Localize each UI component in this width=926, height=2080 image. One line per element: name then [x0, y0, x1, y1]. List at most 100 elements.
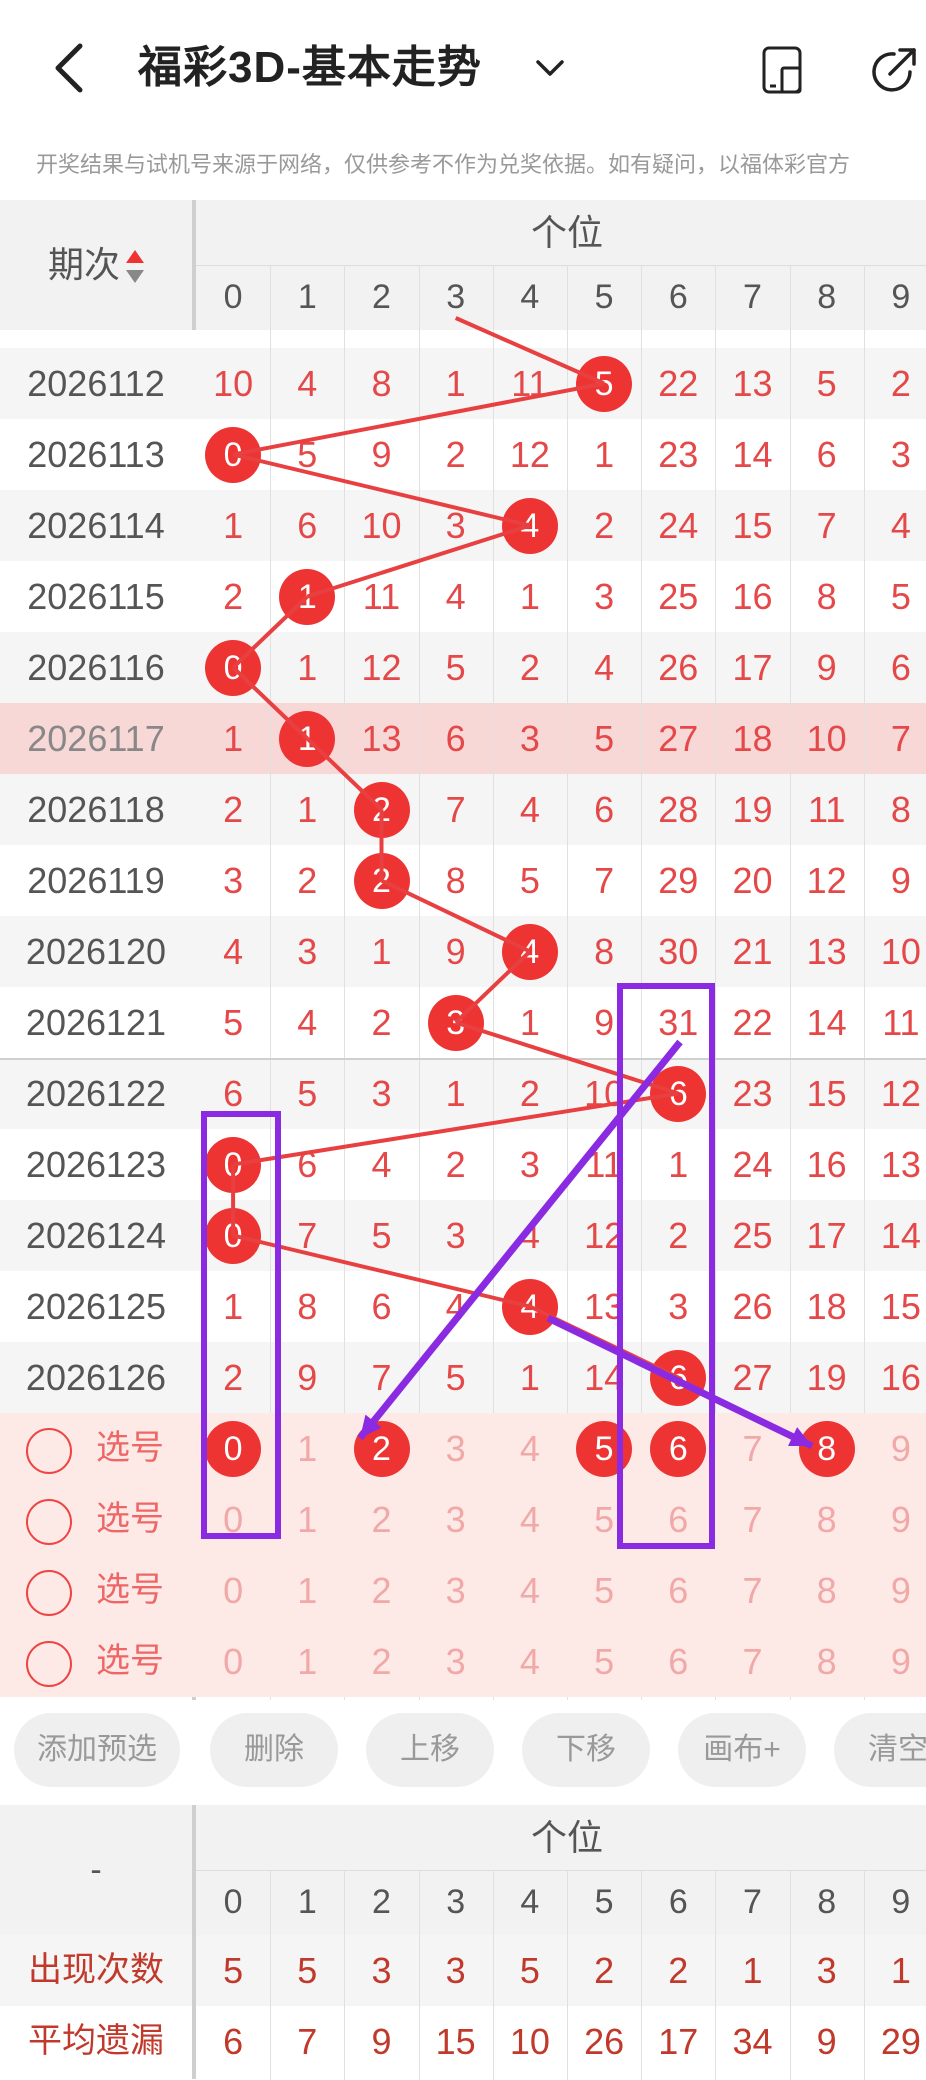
- select-number-cell[interactable]: 7: [715, 1484, 789, 1555]
- select-number-cell[interactable]: 9: [864, 1626, 926, 1697]
- miss-cell: 6: [371, 1286, 392, 1327]
- select-number-cell[interactable]: 6: [641, 1626, 715, 1697]
- miss-cell: 3: [297, 931, 318, 972]
- miss-cell: 2: [223, 576, 244, 617]
- select-number-cell[interactable]: 2: [344, 1484, 418, 1555]
- miss-cell: 14: [806, 1002, 847, 1043]
- action-button[interactable]: 下移: [522, 1713, 650, 1787]
- miss-cell: 2: [445, 1144, 466, 1185]
- select-number-cell[interactable]: 0: [196, 1555, 270, 1626]
- miss-cell: 17: [806, 1215, 847, 1256]
- miss-cell: 22: [732, 1002, 773, 1043]
- select-number-cell[interactable]: 2: [344, 1555, 418, 1626]
- period-cell: 2026120: [25, 931, 167, 972]
- select-number-cell[interactable]: 1: [270, 1484, 344, 1555]
- back-icon[interactable]: [50, 38, 90, 98]
- stats-digit-header: 5: [594, 1883, 614, 1921]
- select-number-cell[interactable]: 6: [641, 1484, 715, 1555]
- select-number-cell[interactable]: 8: [790, 1555, 864, 1626]
- select-number-cell[interactable]: 4: [493, 1626, 567, 1697]
- stats-value-cell: 5: [519, 1950, 540, 1991]
- miss-cell: 6: [816, 434, 837, 475]
- action-button[interactable]: 上移: [366, 1713, 494, 1787]
- miss-cell: 4: [594, 647, 615, 688]
- select-number-cell[interactable]: 7: [715, 1555, 789, 1626]
- action-button[interactable]: 删除: [210, 1713, 338, 1787]
- miss-cell: 1: [519, 1002, 540, 1043]
- miss-cell: 25: [732, 1215, 773, 1256]
- digit-header: 5: [594, 278, 614, 316]
- share-icon[interactable]: [866, 42, 922, 98]
- selected-number-ball[interactable]: 6: [650, 1420, 707, 1477]
- miss-cell: 11: [362, 576, 401, 617]
- select-number-cell[interactable]: 7: [715, 1413, 789, 1484]
- hit-ball: 6: [650, 1349, 707, 1406]
- select-number-cell[interactable]: 3: [419, 1484, 493, 1555]
- select-number-cell[interactable]: 9: [864, 1413, 926, 1484]
- period-cell: 2026124: [25, 1215, 167, 1256]
- miss-cell: 5: [890, 576, 911, 617]
- action-button[interactable]: 画布+: [678, 1713, 806, 1787]
- select-number-cell[interactable]: 6: [641, 1555, 715, 1626]
- select-number-cell[interactable]: 4: [493, 1413, 567, 1484]
- miss-cell: 13: [806, 931, 847, 972]
- period-header[interactable]: 期次: [0, 200, 194, 330]
- select-number-cell[interactable]: 2: [344, 1626, 418, 1697]
- selected-number-ball[interactable]: 2: [353, 1420, 410, 1477]
- stats-value-cell: 17: [658, 2021, 699, 2062]
- selected-number-ball[interactable]: 8: [798, 1420, 855, 1477]
- select-row-radio[interactable]: [26, 1499, 72, 1545]
- selected-number-ball[interactable]: 0: [205, 1420, 262, 1477]
- select-number-cell[interactable]: 3: [419, 1626, 493, 1697]
- miss-cell: 2: [519, 1073, 540, 1114]
- select-number-cell[interactable]: 8: [790, 1484, 864, 1555]
- miss-cell: 11: [511, 363, 549, 404]
- select-number-cell[interactable]: 3: [419, 1413, 493, 1484]
- miss-cell: 4: [371, 1144, 392, 1185]
- select-number-cell[interactable]: 4: [493, 1484, 567, 1555]
- page-title[interactable]: 福彩3D-基本走势: [138, 38, 482, 98]
- select-number-cell[interactable]: 7: [715, 1626, 789, 1697]
- stats-digit-header: 6: [668, 1883, 688, 1921]
- period-cell: 2026113: [27, 434, 165, 475]
- stats-value-cell: 3: [816, 1950, 837, 1991]
- select-number-cell[interactable]: 5: [567, 1626, 641, 1697]
- miss-cell: 15: [806, 1073, 847, 1114]
- select-number-cell[interactable]: 8: [790, 1626, 864, 1697]
- select-number-cell[interactable]: 5: [567, 1555, 641, 1626]
- select-number-cell[interactable]: 1: [270, 1626, 344, 1697]
- select-number-cell[interactable]: 9: [864, 1555, 926, 1626]
- select-number-cell[interactable]: 5: [567, 1484, 641, 1555]
- landscape-phone-icon[interactable]: [756, 44, 808, 96]
- select-row-label: 选号: [96, 1642, 164, 1680]
- miss-cell: 1: [223, 505, 244, 546]
- miss-cell: 4: [519, 1215, 540, 1256]
- select-number-cell[interactable]: 1: [270, 1555, 344, 1626]
- miss-cell: 4: [223, 931, 244, 972]
- hit-ball: 1: [279, 568, 336, 625]
- selected-number-ball[interactable]: 5: [576, 1420, 633, 1477]
- select-number-cell[interactable]: 0: [196, 1484, 270, 1555]
- action-button[interactable]: 清空: [834, 1713, 926, 1787]
- trend-grid: 期次 个位 0 1 2 3 4 5 6 7 8 9 2026112 10 4 8 1 11 5 22 13 5 2 20261…: [0, 200, 926, 1700]
- miss-cell: 10: [213, 363, 254, 404]
- section-divider: [0, 1058, 926, 1060]
- select-row-radio[interactable]: [26, 1428, 72, 1474]
- period-header-label: 期次: [47, 244, 120, 285]
- select-number-cell[interactable]: 0: [196, 1626, 270, 1697]
- period-cell: 2026123: [25, 1144, 167, 1185]
- miss-cell: 23: [732, 1073, 773, 1114]
- miss-cell: 3: [371, 1073, 392, 1114]
- select-number-cell[interactable]: 3: [419, 1555, 493, 1626]
- miss-cell: 3: [668, 1286, 689, 1327]
- select-row-radio[interactable]: [26, 1570, 72, 1616]
- miss-cell: 3: [519, 718, 540, 759]
- miss-cell: 2: [668, 1215, 689, 1256]
- select-number-cell[interactable]: 4: [493, 1555, 567, 1626]
- select-row-radio[interactable]: [26, 1641, 72, 1687]
- chevron-down-icon[interactable]: [532, 50, 568, 86]
- sort-icon[interactable]: [120, 244, 146, 285]
- select-number-cell[interactable]: 1: [270, 1413, 344, 1484]
- select-number-cell[interactable]: 9: [864, 1484, 926, 1555]
- action-button[interactable]: 添加预选: [14, 1713, 180, 1787]
